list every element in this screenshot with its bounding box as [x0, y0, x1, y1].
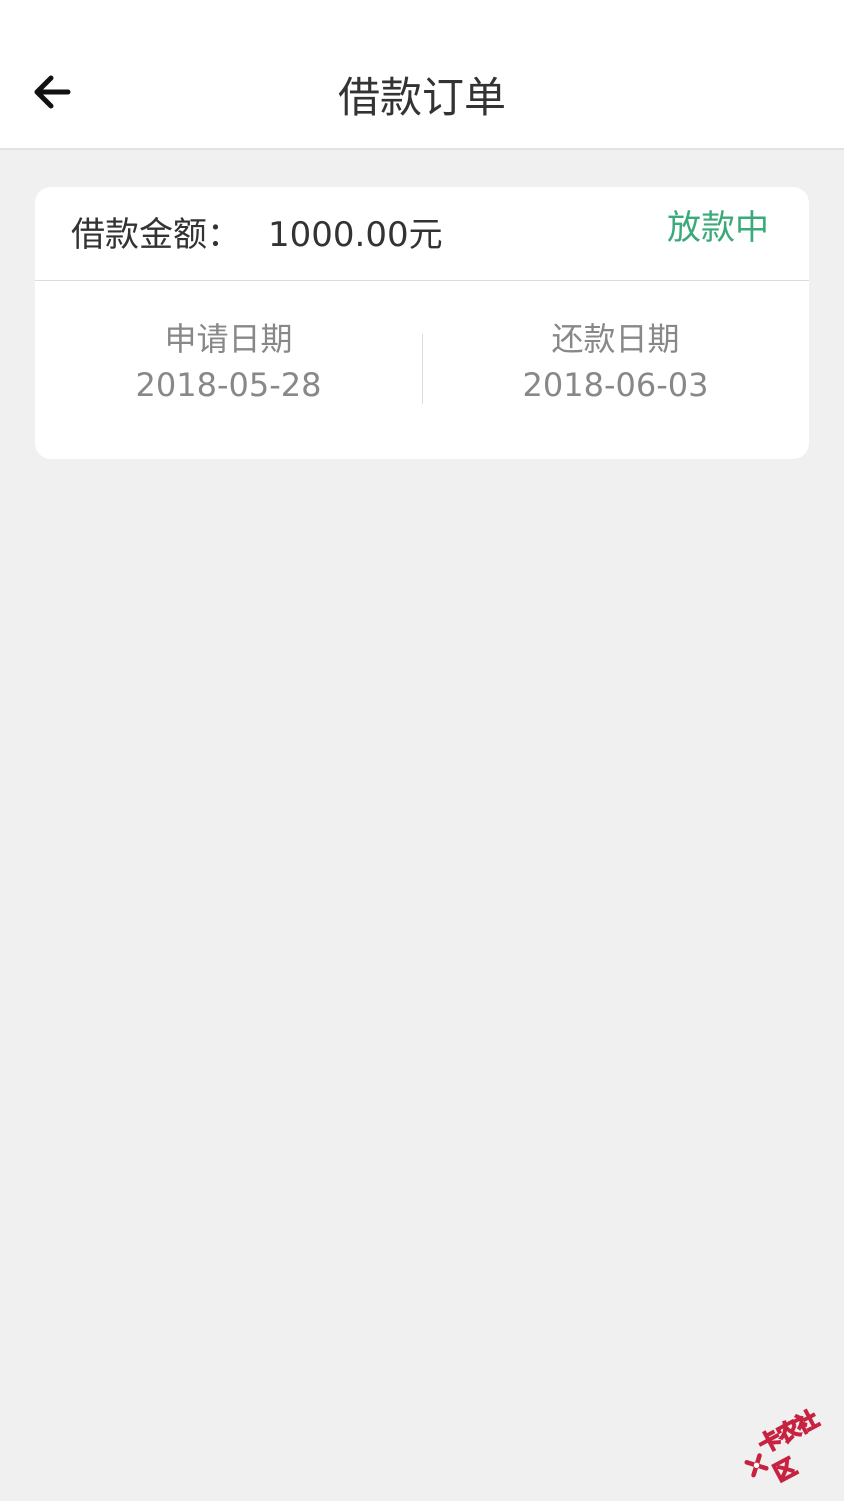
order-card-header: 借款金额： 1000.00元 放款中 — [35, 187, 809, 281]
repay-date-value: 2018-06-03 — [522, 366, 709, 404]
repay-date-label: 还款日期 — [551, 320, 680, 358]
apply-date-value: 2018-05-28 — [135, 366, 322, 404]
amount-value: 1000.00元 — [268, 215, 443, 255]
watermark-text: 卡农社区 — [754, 1406, 823, 1488]
apply-date-label: 申请日期 — [164, 320, 293, 358]
repay-date-column: 还款日期 2018-06-03 — [422, 317, 809, 407]
order-card[interactable]: 借款金额： 1000.00元 放款中 申请日期 2018-05-28 还款日期 … — [35, 187, 809, 459]
page-title: 借款订单 — [337, 73, 506, 122]
amount-label: 借款金额： — [71, 215, 241, 255]
watermark: 卡农社区 — [731, 1393, 844, 1501]
status-badge: 放款中 — [667, 208, 769, 248]
app-header: 借款订单 — [0, 0, 844, 150]
apply-date-column: 申请日期 2018-05-28 — [35, 317, 422, 407]
